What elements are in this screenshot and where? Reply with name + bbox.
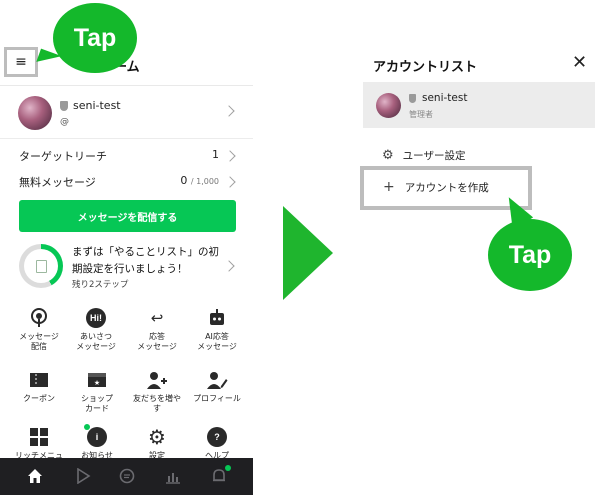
close-icon[interactable]: ✕	[572, 52, 587, 73]
nav-notifications[interactable]	[208, 465, 231, 486]
grid-add-friend[interactable]: 友だちを増や す	[127, 369, 187, 414]
coupon-icon	[28, 369, 50, 391]
bottom-nav	[0, 458, 253, 495]
stat-value: 1	[212, 148, 219, 161]
notification-dot	[225, 465, 231, 471]
nav-home[interactable]	[24, 466, 46, 486]
shield-icon	[409, 94, 416, 103]
user-settings-item[interactable]: ⚙ ユーザー設定	[382, 148, 465, 163]
shop-card-icon: ★	[86, 369, 108, 391]
chat-icon	[119, 468, 135, 484]
user-settings-label: ユーザー設定	[402, 150, 466, 162]
panel-title: アカウントリスト	[373, 60, 478, 75]
avatar	[18, 96, 52, 130]
stat-value: 0 / 1,000	[180, 174, 219, 187]
grid-profile[interactable]: プロフィール	[187, 369, 247, 404]
grid-help[interactable]: ? ヘルプ	[187, 426, 247, 461]
nav-media[interactable]	[72, 466, 94, 486]
grid-ai-reply[interactable]: AI応答 メッセージ	[187, 307, 247, 352]
account-name: seni-test	[422, 92, 468, 104]
svg-text:★: ★	[94, 379, 100, 387]
grid-settings[interactable]: ⚙ 設定	[127, 425, 187, 461]
grid-reply[interactable]: ↩ 応答 メッセージ	[127, 307, 187, 352]
account-name: seni-test	[73, 99, 121, 112]
shield-icon	[60, 101, 68, 111]
document-icon	[35, 259, 47, 273]
hamburger-icon: ≡	[15, 54, 27, 70]
account-list-item[interactable]: seni-test 管理者	[363, 82, 595, 128]
grid-broadcast[interactable]: メッセージ 配信	[9, 307, 69, 352]
greeting-icon: Hi!	[85, 307, 107, 329]
account-role: 管理者	[409, 110, 433, 119]
tap-callout-right: Tap	[488, 219, 572, 291]
help-icon: ?	[206, 426, 228, 448]
home-icon	[28, 469, 42, 483]
plus-icon: +	[383, 179, 395, 195]
target-reach-row[interactable]: ターゲットリーチ 1	[0, 143, 253, 169]
account-row[interactable]: seni-test @	[0, 86, 253, 139]
stat-limit: / 1,000	[190, 177, 219, 186]
stats-icon	[166, 473, 180, 484]
chevron-right-icon	[224, 176, 236, 188]
profile-icon	[206, 369, 228, 391]
rich-menu-icon	[28, 426, 50, 448]
avatar	[376, 93, 401, 118]
play-icon	[77, 468, 91, 484]
todo-card[interactable]: まずは「やることリスト」の初期設定を行いましょう！ 残り2ステップ	[0, 240, 253, 292]
reply-icon: ↩	[150, 309, 164, 327]
left-phone-screen: ≡ ーム Tap seni-test @ ターゲットリーチ 1 無料メッセージ …	[0, 0, 253, 495]
chevron-right-icon	[224, 150, 236, 162]
grid-shop-card[interactable]: ★ ショップ カード	[67, 369, 127, 414]
todo-remaining: 残り2ステップ	[72, 280, 129, 290]
broadcast-icon	[28, 307, 50, 329]
arrow-right-icon	[283, 206, 333, 300]
stat-label: 無料メッセージ	[19, 176, 96, 189]
bell-icon	[213, 469, 225, 482]
account-list-panel: アカウントリスト ✕ seni-test 管理者 ⚙ ユーザー設定 + アカウン…	[360, 0, 600, 495]
todo-title: まずは「やることリスト」の初期設定を行いましょう！	[72, 246, 219, 275]
grid-greeting[interactable]: Hi! あいさつ メッセージ	[66, 307, 126, 352]
chevron-right-icon	[223, 105, 235, 117]
info-icon: i	[84, 424, 108, 448]
gear-icon: ⚙	[382, 148, 394, 163]
tap-callout-left: Tap	[53, 3, 137, 73]
account-handle: @	[60, 117, 69, 127]
grid-rich-menu[interactable]: リッチメニュ	[9, 426, 69, 461]
nav-chat[interactable]	[116, 466, 138, 486]
todo-progress-ring	[19, 244, 63, 288]
robot-icon	[206, 307, 228, 329]
settings-icon: ⚙	[148, 425, 166, 449]
stat-label: ターゲットリーチ	[19, 150, 107, 163]
free-message-row[interactable]: 無料メッセージ 0 / 1,000	[0, 169, 253, 195]
send-message-button[interactable]: メッセージを配信する	[19, 200, 236, 232]
grid-coupon[interactable]: クーポン	[9, 369, 69, 404]
nav-stats[interactable]	[162, 466, 184, 486]
chevron-right-icon	[223, 260, 235, 272]
create-account-label: アカウントを作成	[404, 181, 489, 194]
grid-info[interactable]: i お知らせ	[67, 424, 127, 461]
hamburger-menu-button[interactable]: ≡	[4, 47, 38, 77]
add-friend-icon	[146, 369, 168, 391]
